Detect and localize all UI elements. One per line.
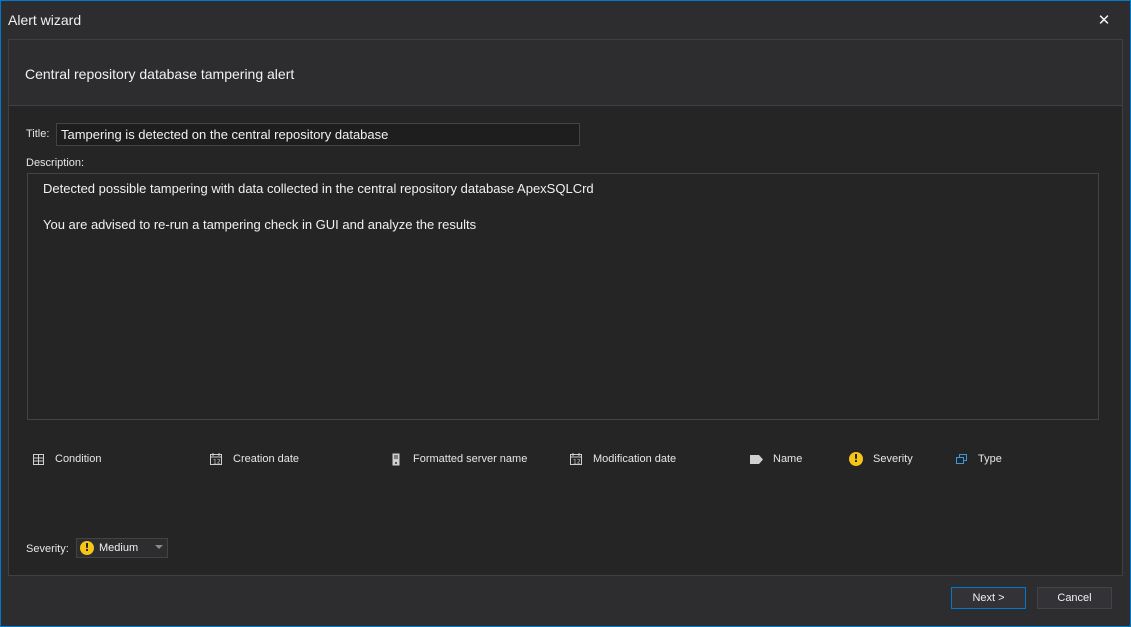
token-label: Condition <box>55 453 102 465</box>
title-input[interactable]: Tampering is detected on the central rep… <box>56 123 580 146</box>
cancel-button[interactable]: Cancel <box>1037 587 1112 609</box>
token-condition[interactable]: Condition <box>31 450 101 468</box>
token-label: Creation date <box>233 453 300 465</box>
token-label: Formatted server name <box>413 453 528 465</box>
title-bar: Alert wizard ✕ <box>1 1 1130 39</box>
token-label: Modification date <box>593 453 677 465</box>
chevron-down-icon[interactable] <box>155 545 163 549</box>
svg-text:12: 12 <box>573 459 581 466</box>
token-type[interactable]: Type <box>954 450 1002 468</box>
grid-icon <box>31 452 45 466</box>
calendar-icon: 12 <box>209 452 223 466</box>
title-label: Title: <box>26 128 50 140</box>
warning-icon: ! <box>80 541 94 555</box>
token-severity[interactable]: ! Severity <box>849 450 913 468</box>
calendar-icon: 12 <box>569 452 583 466</box>
svg-text:12: 12 <box>213 459 221 466</box>
next-button[interactable]: Next > <box>951 587 1026 609</box>
copy-icon <box>954 452 968 466</box>
severity-label: Severity: <box>26 543 69 555</box>
warning-icon: ! <box>849 452 863 466</box>
window-title: Alert wizard <box>8 12 82 28</box>
wizard-panel: Central repository database tampering al… <box>8 39 1123 576</box>
token-label: Type <box>978 453 1002 465</box>
description-line: You are advised to re-run a tampering ch… <box>43 217 477 232</box>
close-icon[interactable]: ✕ <box>1093 9 1115 31</box>
page-title: Central repository database tampering al… <box>25 66 295 82</box>
server-icon <box>389 452 403 466</box>
severity-value: Medium <box>99 542 139 554</box>
description-label: Description: <box>26 157 85 169</box>
token-creation-date[interactable]: 12 Creation date <box>209 450 299 468</box>
alert-wizard-window: Alert wizard ✕ Central repository databa… <box>0 0 1131 627</box>
token-label: Severity <box>873 453 913 465</box>
description-textarea[interactable]: Detected possible tampering with data co… <box>27 173 1099 420</box>
wizard-header: Central repository database tampering al… <box>9 40 1122 106</box>
token-label: Name <box>773 453 803 465</box>
severity-dropdown[interactable]: ! Medium <box>76 538 168 558</box>
token-formatted-server-name[interactable]: Formatted server name <box>389 450 527 468</box>
token-name[interactable]: Name <box>749 450 802 468</box>
description-line: Detected possible tampering with data co… <box>43 181 594 196</box>
tag-icon <box>749 452 763 466</box>
token-modification-date[interactable]: 12 Modification date <box>569 450 676 468</box>
